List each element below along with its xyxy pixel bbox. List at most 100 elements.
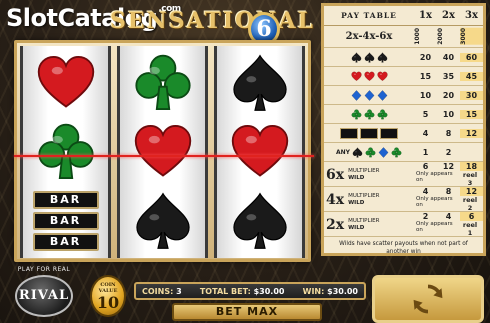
multiplier-text: MULTIPLIER (348, 167, 380, 174)
pay-table-rows: 2x-4x-6x 1000 2000 3000 20 40 60 15 35 45 10 20 30 5 1… (324, 26, 483, 162)
pay-col-2x: 2x (442, 10, 455, 21)
pay-row-label: 2x-4x-6x (345, 31, 393, 42)
bet-max-button[interactable]: BET MAX (172, 303, 322, 321)
total-bet-value: $30.00 (253, 286, 285, 296)
black-spade-icon (352, 146, 363, 158)
pay-value-3x: 6 (460, 212, 483, 221)
win-info: WIN: $30.00 (303, 287, 358, 296)
bar-symbol: BAR (32, 233, 99, 251)
wild-text: WILD (348, 224, 365, 231)
pay-value-3x: 15 (460, 109, 483, 119)
multiplier-symbol: 4x (326, 191, 345, 208)
pay-value-1x: 1 (422, 147, 429, 157)
bar-stack-symbol: BAR BAR BAR (32, 191, 99, 251)
pay-value-2x: 20 (442, 90, 455, 100)
reel-1-symbol-1-red-heart (23, 48, 108, 118)
pay-col-3x: 3x (465, 10, 478, 21)
blue-diamond-icon (351, 89, 362, 101)
coins-value: 3 (176, 286, 182, 296)
bar-symbol: BAR (32, 191, 99, 209)
reel-reference: reel 3 (462, 171, 478, 187)
pay-value-1x: 4 (422, 128, 429, 138)
wild-row-label: 2x MULTIPLIER WILD (324, 217, 414, 233)
pay-value-2x: 2 (445, 147, 452, 157)
reel-reference: reel 2 (462, 196, 478, 212)
pay-value-1x: 6 (422, 162, 429, 171)
green-club-icon (391, 146, 402, 158)
spin-arrows-icon (413, 284, 443, 314)
reel-1-symbol-3-bar-stack: BAR BAR BAR (23, 186, 108, 256)
coin-value: 10 (96, 293, 120, 312)
blue-diamond-icon (377, 89, 388, 101)
pay-value-3x: 12 (460, 128, 483, 138)
multiplier-wild-label: MULTIPLIER WILD (348, 168, 379, 182)
green-club-icon (351, 108, 362, 120)
wild-row-2x: 2x MULTIPLIER WILD 2 4 6 Only appears on reel 1 (324, 212, 483, 237)
reel-1-symbol-2-green-club (23, 117, 108, 187)
pay-value-1x: 15 (419, 71, 432, 81)
pay-row-label (324, 51, 414, 63)
pay-row-7: ANY 1 2 (324, 143, 483, 162)
pay-value-3x: 45 (460, 71, 483, 81)
pay-row-3: 15 35 45 (324, 67, 483, 86)
pay-row-5: 5 10 15 (324, 105, 483, 124)
watermark-slot: Slot (6, 4, 58, 32)
pay-table: PAY TABLE 1x 2x 3x 2x-4x-6x 1000 2000 3000 2… (321, 3, 486, 256)
green-club-icon (365, 146, 376, 158)
multiplier-symbol: 6x (326, 166, 345, 183)
payline (14, 155, 314, 157)
pay-value-1x: 5 (422, 109, 429, 119)
pay-value-1x: 1000 (414, 28, 421, 45)
red-heart-icon (350, 71, 362, 82)
wild-row-4x: 4x MULTIPLIER WILD 4 8 12 Only appears on reel … (324, 187, 483, 212)
pay-row-label (324, 127, 414, 139)
red-heart-icon (376, 71, 388, 82)
reel-3 (214, 46, 305, 258)
game-logo: SENSATIONAL 6 (110, 2, 313, 46)
rival-branding[interactable]: PLAY FOR REAL RIVAL (6, 266, 82, 321)
multiplier-wild-label: MULTIPLIER WILD (348, 193, 379, 207)
green-club-icon (377, 108, 388, 120)
pay-value-2x: 8 (445, 187, 452, 196)
reels-frame: BAR BAR BAR (14, 40, 311, 262)
bet-info-bar: COINS: 3 TOTAL BET: $30.00 WIN: $30.00 (134, 282, 366, 300)
bar-icon (340, 127, 358, 139)
pay-value-3x: 30 (460, 90, 483, 100)
wild-row-values: 6 12 18 Only appears on reel 3 (414, 162, 483, 187)
pay-row-4: 10 20 30 (324, 86, 483, 105)
pay-table-wild-rows: 6x MULTIPLIER WILD 6 12 18 Only appears on reel… (324, 162, 483, 237)
multiplier-symbol: 2x (326, 216, 345, 233)
pay-row-6: 4 8 12 (324, 124, 483, 143)
multiplier-wild-label: MULTIPLIER WILD (348, 218, 379, 232)
reel-3-symbol-2-red-heart (217, 117, 302, 187)
wild-row-label: 4x MULTIPLIER WILD (324, 192, 414, 208)
pay-table-header: PAY TABLE 1x 2x 3x (324, 6, 483, 26)
pay-value-2x: 4 (445, 212, 452, 221)
pay-value-2x: 8 (445, 128, 452, 138)
pay-table-title: PAY TABLE (341, 11, 397, 20)
wild-payouts: 2 46 (414, 212, 483, 221)
black-spade-icon (351, 51, 362, 63)
wild-payouts: 4 8 12 (414, 187, 483, 196)
pay-table-note: Wilds have scatter payouts when not part… (339, 241, 468, 255)
wild-appears: Only appears on reel 1 (414, 221, 483, 237)
wild-text: WILD (348, 199, 365, 206)
reel-reference: reel 1 (462, 221, 478, 237)
reel-2 (117, 46, 208, 258)
coins-info: COINS: 3 (142, 287, 182, 296)
wild-appears: Only appears on reel 2 (414, 196, 483, 212)
coins-label: COINS: (142, 286, 174, 296)
coin-value-selector[interactable]: COIN VALUE 10 (90, 275, 126, 317)
win-label: WIN: (302, 286, 325, 296)
rival-logo: RIVAL (15, 275, 73, 317)
reel-2-symbol-2-red-heart (120, 117, 205, 187)
pay-col-1x: 1x (419, 10, 432, 21)
win-value: $30.00 (327, 286, 358, 296)
pay-value-3x: 3000 (460, 28, 483, 45)
wild-row-6x: 6x MULTIPLIER WILD 6 12 18 Only appears on reel… (324, 162, 483, 187)
spin-button[interactable] (372, 275, 484, 323)
blue-diamond-icon (378, 146, 389, 158)
pay-value-1x: 20 (419, 52, 432, 62)
bar-icon (360, 127, 378, 139)
wild-row-label: 6x MULTIPLIER WILD (324, 167, 414, 183)
